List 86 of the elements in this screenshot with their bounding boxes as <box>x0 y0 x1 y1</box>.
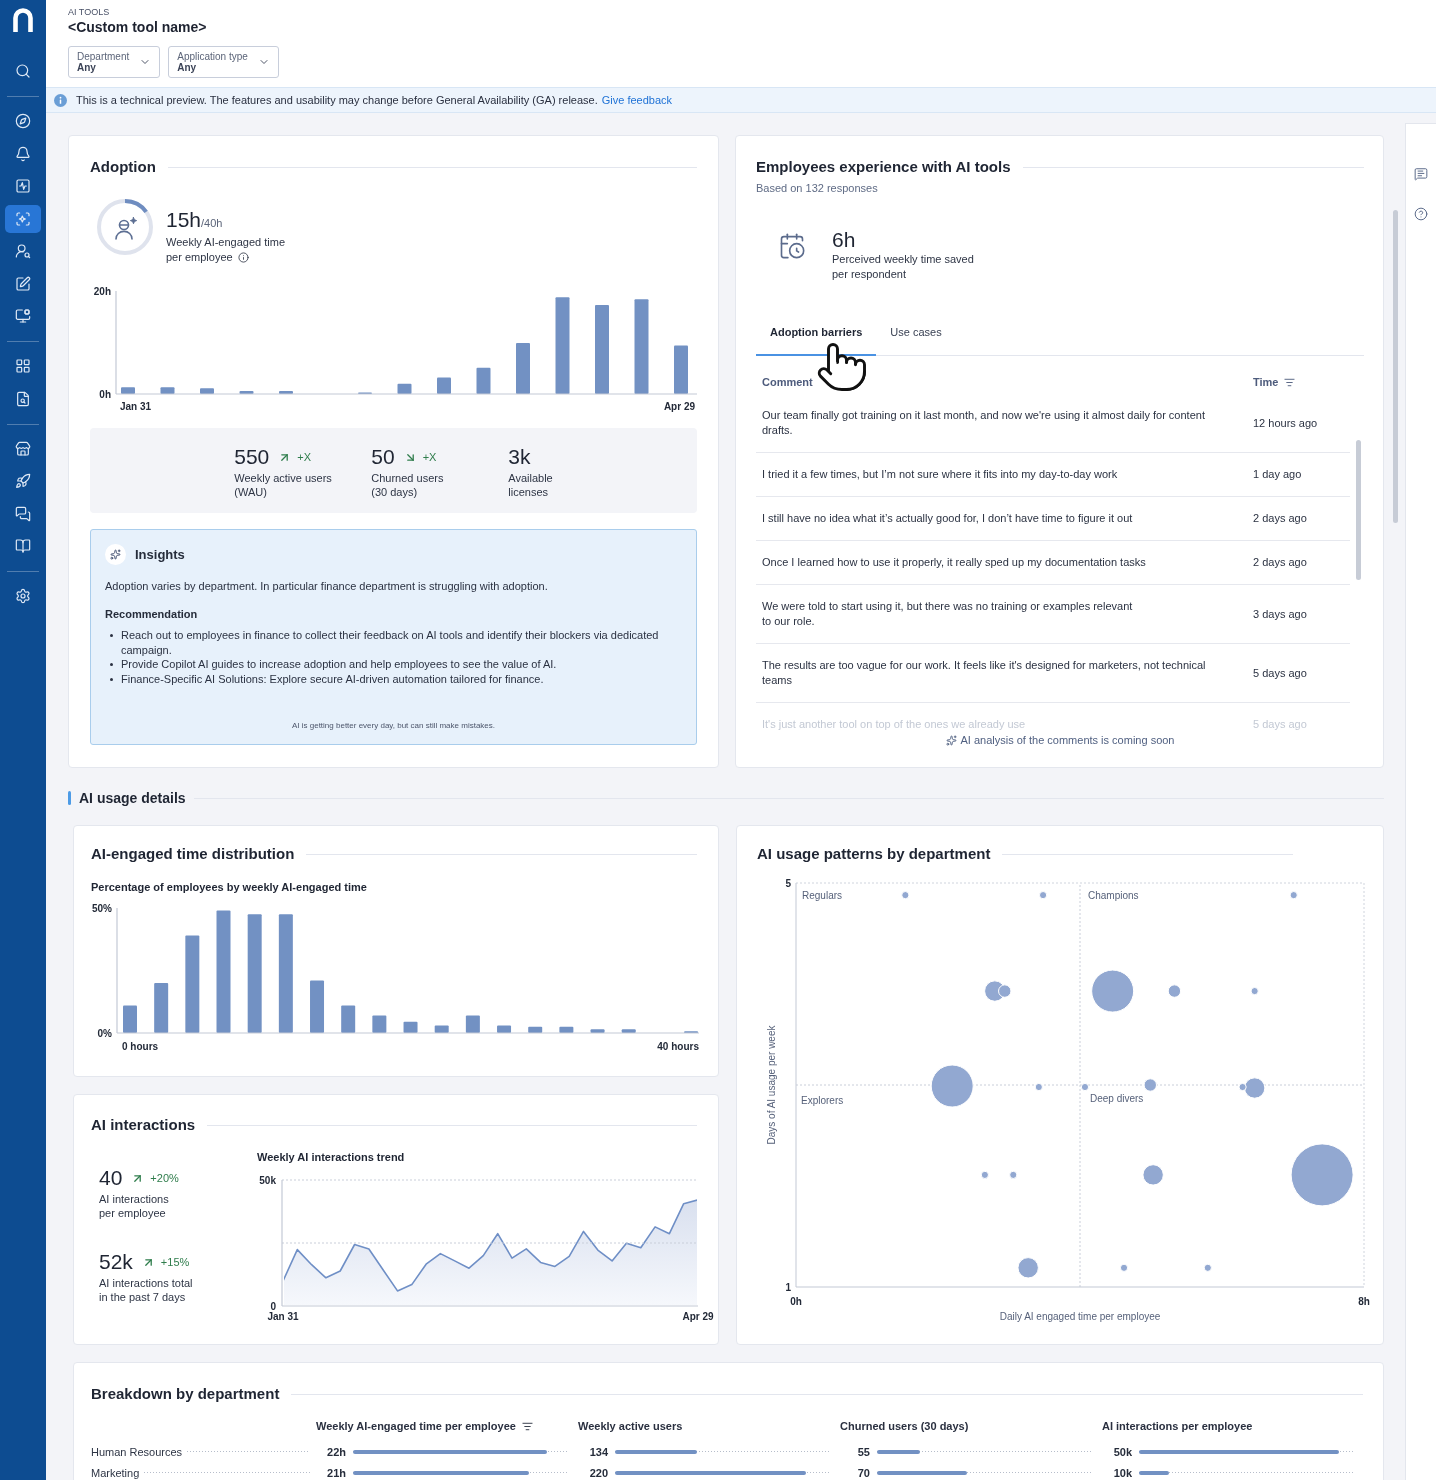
stat-change: +X <box>297 451 312 463</box>
metric-value: 134 <box>588 1445 608 1458</box>
chart-title: Weekly AI interactions trend <box>257 1150 406 1164</box>
department-name: Human Resources <box>91 1445 183 1458</box>
card-title: AI usage patterns by department <box>757 844 991 864</box>
stat-change: +X <box>422 451 437 463</box>
section-title: AI usage details <box>79 790 186 806</box>
hero-label: Weekly AI-engaged time <box>166 235 286 250</box>
card-title: AI-engaged time distribution <box>91 844 295 864</box>
banner-text: This is a technical preview. The features and usability may change before General Availability (GA) release. <box>76 94 598 106</box>
y-axis-title: Days of AI usage per week <box>766 1025 777 1145</box>
recommendation-text: Reach out to employees in finance to collect their feedback on AI tools and identify their blockers via dedicated campaign. <box>121 628 660 657</box>
chart-title: Percentage of employees by weekly AI-engaged time <box>91 880 368 894</box>
stat-value: 550 <box>234 445 270 469</box>
card-title: Breakdown by department <box>91 1384 280 1404</box>
coming-soon-note: AI analysis of the comments is coming soon <box>960 733 1175 747</box>
quadrant-label: Champions <box>1088 890 1139 901</box>
comment-cell-text: The results are too vague for our work. It feels like it's designed for marketers, not technical teams <box>761 658 1207 688</box>
metric-value: 22h <box>326 1445 346 1458</box>
metric-label: Perceived weekly time saved per respondent <box>832 252 974 282</box>
recommendation-title: Recommendation <box>105 607 199 621</box>
y-axis-label: 50% <box>92 902 112 914</box>
y-axis-label: 0% <box>97 1027 112 1039</box>
stat-change: +20% <box>150 1172 179 1184</box>
time-cell-text: 1 day ago <box>1252 467 1303 482</box>
time-cell-text: 5 days ago <box>1252 665 1308 681</box>
department-name: Marketing <box>91 1466 140 1479</box>
card-title: Adoption <box>90 157 156 177</box>
y-axis-label: 0 <box>270 1300 276 1312</box>
x-axis-label: 0h <box>790 1296 802 1307</box>
x-axis-label: 40 hours <box>657 1041 699 1052</box>
metric-value: 55 <box>856 1445 870 1458</box>
comment-cell-text: It's just another tool on top of the ones we already use <box>761 717 1027 732</box>
comment-cell-text: Our team finally got training on it last month, and now we're using it almost daily for content drafts. <box>761 408 1206 438</box>
hero-value: 15h/40h <box>166 208 224 233</box>
x-axis-label: Apr 29 <box>663 401 695 412</box>
metric-value: 21h <box>326 1466 346 1479</box>
card-subtitle: Based on 132 responses <box>756 181 879 195</box>
stat-change: +15% <box>160 1256 190 1268</box>
comment-cell-text: We were told to start using it, but there was no training or examples relevant to our role. <box>761 599 1134 629</box>
stat-value: 50 <box>371 445 395 469</box>
ai-disclaimer: AI is getting better every day, but can still make mistakes. <box>290 721 497 731</box>
x-axis-label: 8h <box>1358 1296 1370 1307</box>
x-axis-label: Apr 29 <box>682 1311 714 1322</box>
time-cell-text: 2 days ago <box>1252 511 1308 526</box>
breadcrumb: AI TOOLS <box>68 7 111 18</box>
stat-label: Available licenses <box>508 471 553 499</box>
stat-label: Weekly active users (WAU) <box>234 471 333 499</box>
x-axis-label: 0 hours <box>122 1041 159 1052</box>
insights-title: Insights <box>135 547 185 562</box>
page-title: <Custom tool name> <box>68 18 208 36</box>
time-cell-text: 12 hours ago <box>1252 415 1319 431</box>
time-cell-text: 5 days ago <box>1252 717 1308 732</box>
card-title: Employees experience with AI tools <box>756 157 1011 177</box>
metric-value: 6h <box>832 228 857 252</box>
stat-value: 40 <box>99 1166 123 1190</box>
stat-value: 3k <box>508 445 531 469</box>
y-axis-label: 0h <box>99 388 111 400</box>
y-axis-label: 50k <box>259 1174 276 1186</box>
y-axis-label: 1 <box>785 1281 791 1293</box>
metric-value: 10k <box>1112 1466 1132 1479</box>
insights-summary: Adoption varies by department. In particular finance department is struggling with adoption. <box>105 579 549 593</box>
metric-value: 70 <box>856 1466 870 1479</box>
y-axis-label: 5 <box>785 877 791 889</box>
x-axis-label: Jan 31 <box>120 401 152 412</box>
x-axis-label: Jan 31 <box>267 1311 299 1322</box>
stat-value: 52k <box>99 1250 133 1274</box>
quadrant-label: Regulars <box>802 890 843 901</box>
card-title: AI interactions <box>91 1115 196 1135</box>
quadrant-label: Deep divers <box>1090 1093 1144 1104</box>
recommendation-text: Provide Copilot AI guides to increase adoption and help employees to see the value of AI. <box>121 657 557 672</box>
metric-value: 50k <box>1112 1445 1132 1458</box>
time-cell-text: 3 days ago <box>1252 606 1308 622</box>
comment-cell-text: I still have no idea what it’s actually good for, I don’t have time to figure it out <box>761 511 1134 526</box>
y-axis-label: 20h <box>93 285 111 297</box>
comment-cell-text: I tried it a few times, but I’m not sure where it fits into my day-to-day work <box>761 467 1119 482</box>
recommendation-text: Finance-Specific AI Solutions: Explore secure AI-driven automation tailored for finance. <box>121 671 544 686</box>
x-axis-title: Daily AI engaged time per employee <box>999 1311 1161 1322</box>
time-cell-text: 2 days ago <box>1252 555 1308 570</box>
metric-value: 220 <box>588 1466 608 1479</box>
hero-label: per employee <box>166 250 233 265</box>
stat-label: AI interactions per employee <box>99 1192 170 1220</box>
comment-cell-text: Once I learned how to use it properly, it really sped up my documentation tasks <box>761 555 1147 570</box>
stat-label: Churned users (30 days) <box>371 471 445 499</box>
stat-label: AI interactions total in the past 7 days <box>99 1276 194 1304</box>
quadrant-label: Explorers <box>801 1095 844 1106</box>
